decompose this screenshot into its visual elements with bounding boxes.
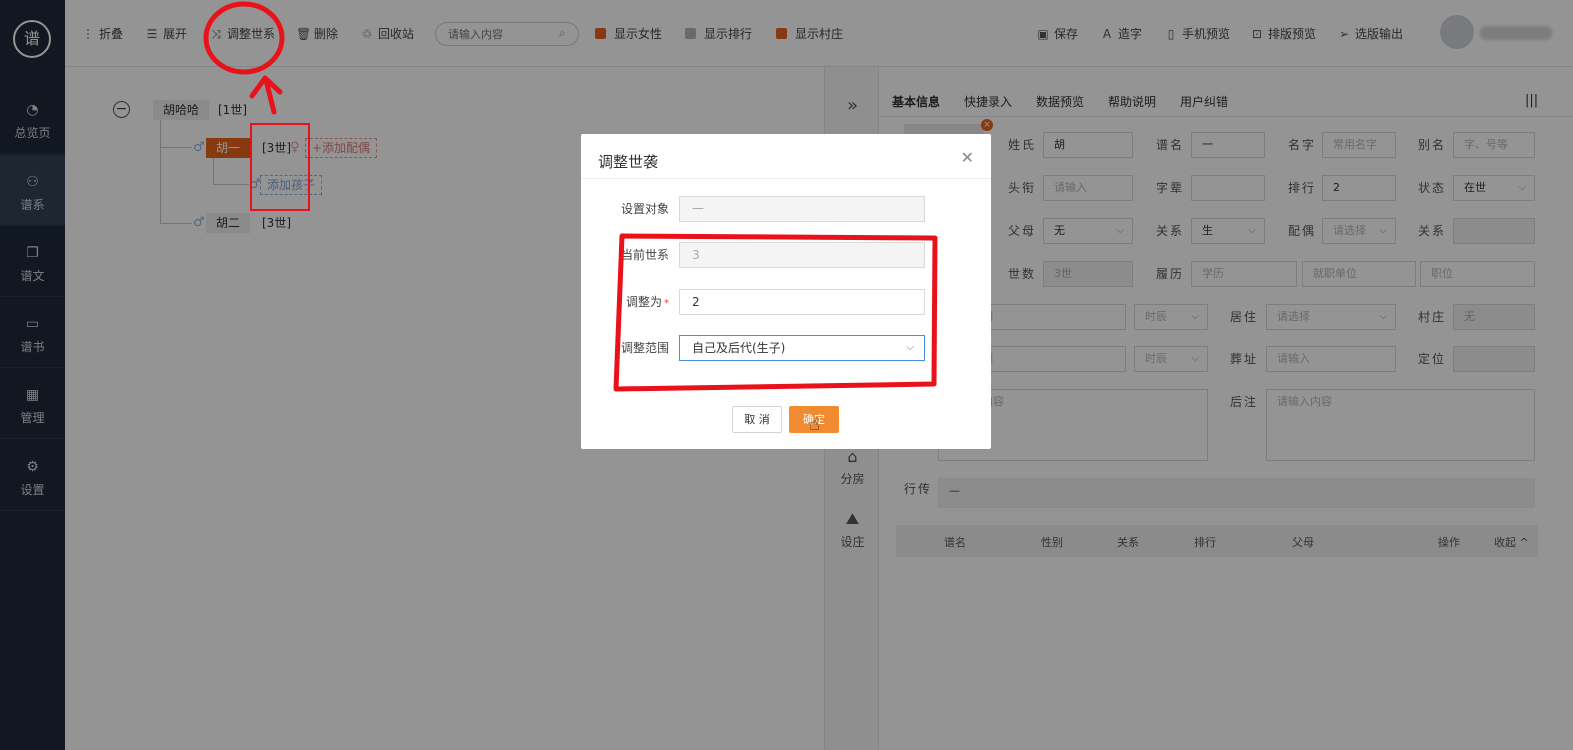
adjust-generation-dialog: 调整世袭 ✕ 设置对象 一 当前世系 3 调整为 * 2 调整范围 自己及后代(生… [581,134,991,449]
app-window: 谱 ◔ 总览页 ⚇ 谱系 ❐ 谱文 ▭ 谱书 ▦ 管理 ⚙ 设置 ⋮ 折叠 ☰ 展开… [0,0,1573,750]
dialog-title: 调整世袭 [598,153,659,171]
hand-cursor-icon: ☝ [809,414,820,435]
divider [581,178,991,179]
target-label: 设置对象 [620,202,669,216]
range-select[interactable]: 自己及后代(生子) ⌵ [679,335,925,361]
range-label: 调整范围 [620,341,669,355]
current-generation-field: 3 [679,242,925,268]
chevron-down-icon: ⌵ [906,342,914,353]
required-asterisk: * [664,298,669,309]
target-field: 一 [679,196,925,222]
adjust-to-input[interactable]: 2 [679,289,925,315]
cancel-button[interactable]: 取 消 [732,406,782,433]
close-icon[interactable]: ✕ [961,148,974,167]
adjust-to-label: 调整为 * [625,295,669,309]
current-generation-label: 当前世系 [620,248,669,262]
